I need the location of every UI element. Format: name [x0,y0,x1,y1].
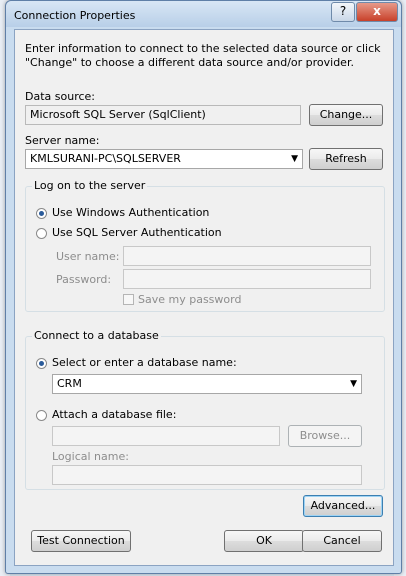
database-group: Connect to a database Select or enter a … [25,329,385,490]
user-name-label: User name: [56,250,120,263]
sql-auth-label[interactable]: Use SQL Server Authentication [52,226,222,239]
attach-file-radio[interactable] [36,410,47,421]
windows-auth-radio[interactable] [36,208,47,219]
refresh-button[interactable]: Refresh [309,148,383,170]
server-name-value: KMLSURANI-PC\SQLSERVER [30,152,181,165]
close-button[interactable]: x [356,2,398,22]
server-name-combo[interactable]: KMLSURANI-PC\SQLSERVER ▼ [25,149,303,169]
attach-file-label[interactable]: Attach a database file: [52,408,176,421]
advanced-button[interactable]: Advanced... [303,495,383,517]
save-password-checkbox [123,294,134,305]
test-connection-button[interactable]: Test Connection [31,530,131,552]
logon-group-label: Log on to the server [32,179,148,192]
select-database-label[interactable]: Select or enter a database name: [52,356,237,369]
title-bar[interactable]: Connection Properties ? x [6,1,401,27]
intro-text: Enter information to connect to the sele… [25,42,381,69]
ok-button[interactable]: OK [224,530,304,552]
browse-button: Browse... [288,425,362,447]
sql-auth-radio[interactable] [36,228,47,239]
dropdown-arrow-icon[interactable]: ▼ [350,377,357,391]
logical-name-field [52,465,362,485]
dropdown-arrow-icon[interactable]: ▼ [291,152,298,166]
cancel-button[interactable]: Cancel [302,530,382,552]
help-button[interactable]: ? [331,2,355,22]
database-name-combo[interactable]: CRM ▼ [52,374,362,394]
logon-group: Log on to the server Use Windows Authent… [25,179,385,312]
password-field [123,269,371,289]
connection-properties-dialog: Connection Properties ? x Enter informat… [5,0,402,574]
select-database-radio[interactable] [36,358,47,369]
dialog-client-area: Enter information to connect to the sele… [14,29,394,566]
data-source-field: Microsoft SQL Server (SqlClient) [25,105,301,125]
attach-file-field [52,426,280,446]
windows-auth-label[interactable]: Use Windows Authentication [52,206,209,219]
save-password-label: Save my password [138,293,242,306]
data-source-label: Data source: [25,90,95,103]
user-name-field [123,246,371,266]
change-button[interactable]: Change... [309,104,383,126]
logical-name-label: Logical name: [52,450,129,463]
server-name-label: Server name: [25,134,100,147]
database-name-value: CRM [57,377,82,390]
database-group-label: Connect to a database [32,329,161,342]
password-label: Password: [56,273,112,286]
dialog-title: Connection Properties [14,9,136,22]
